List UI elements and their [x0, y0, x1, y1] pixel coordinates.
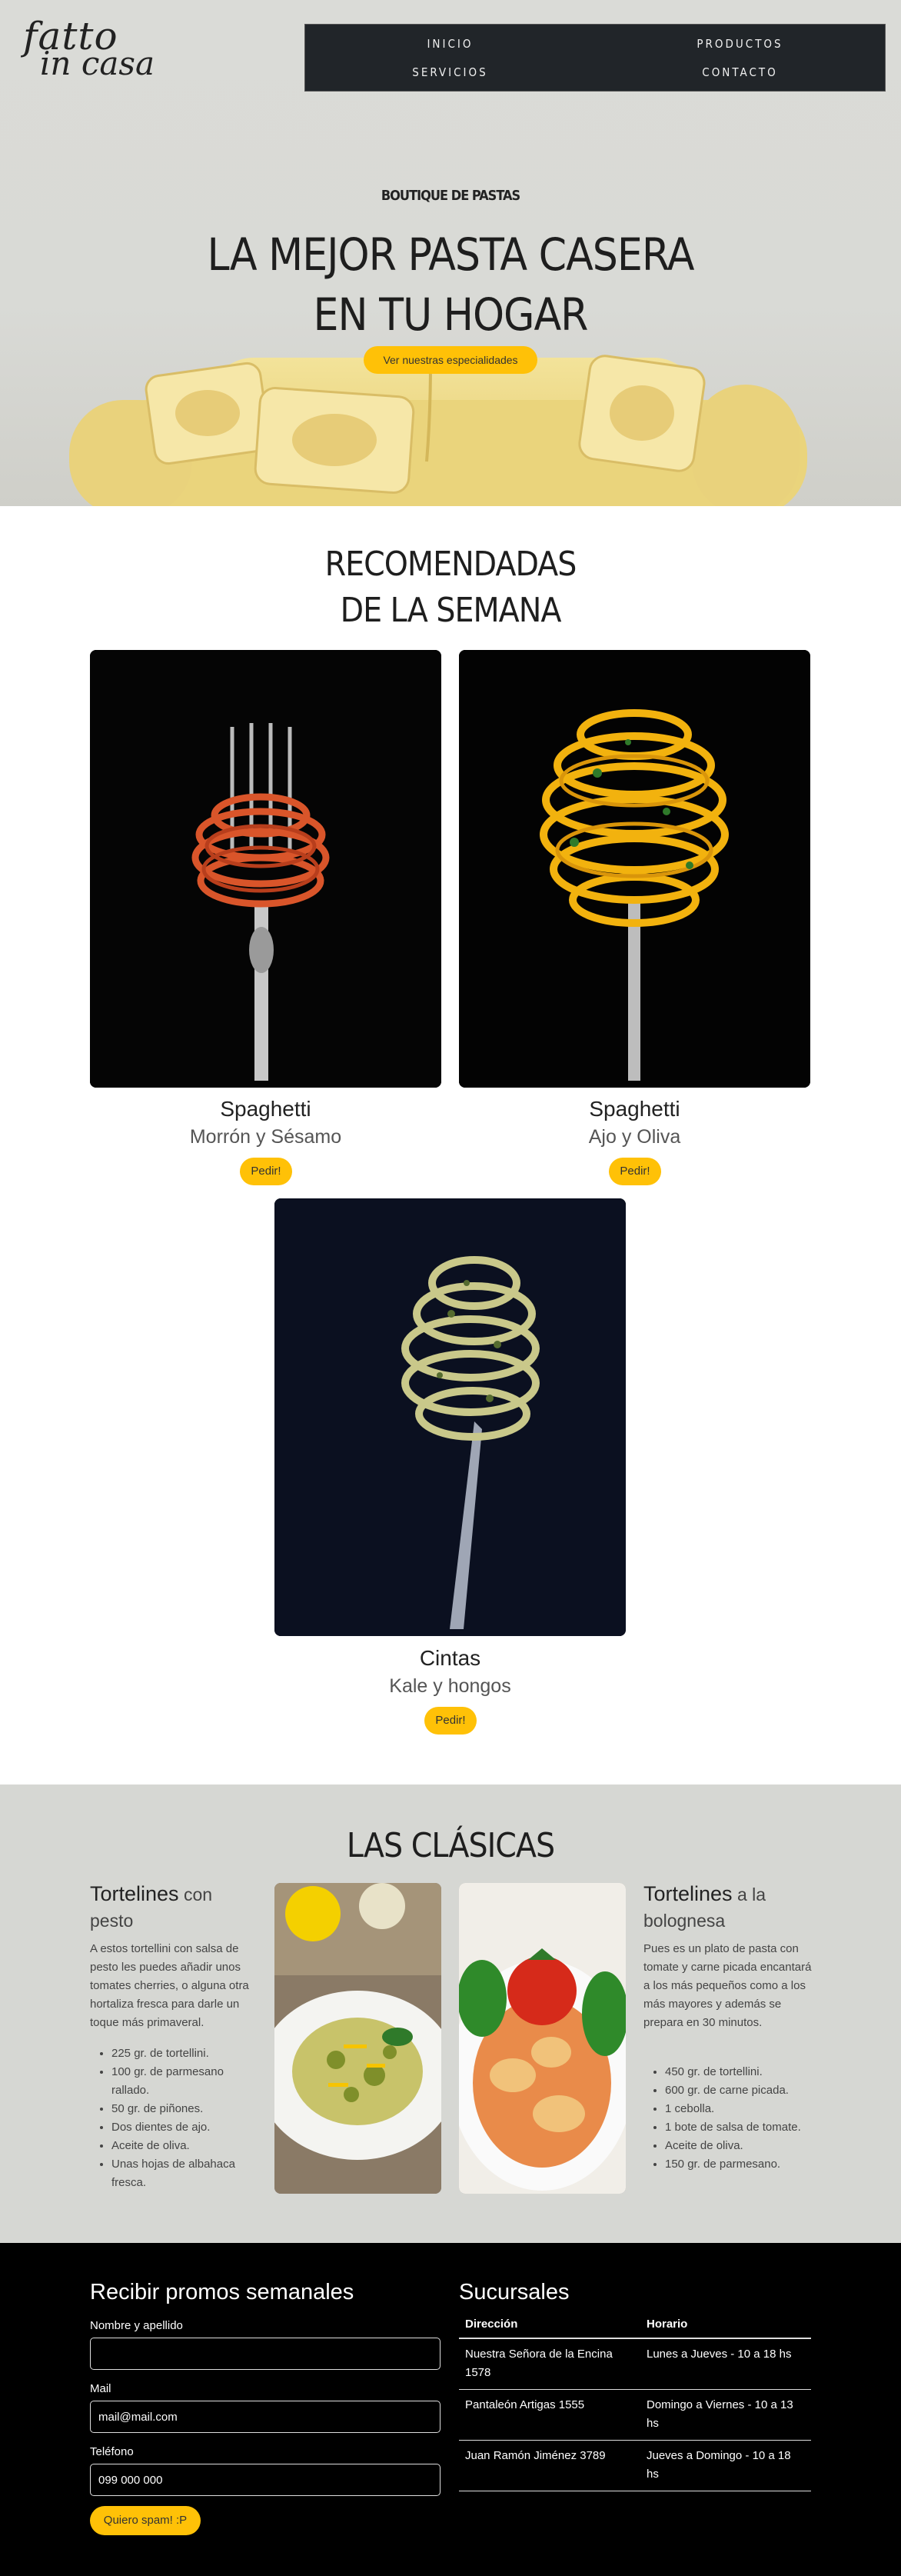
recommended-title-line-2: DE LA SEMANA — [340, 591, 562, 630]
nav-link-servicios[interactable]: SERVICIOS — [305, 65, 595, 79]
mail-label: Mail — [90, 2382, 111, 2395]
ingredient-list: 225 gr. de tortellini. 100 gr. de parmes… — [90, 2044, 259, 2192]
logo-line-2: in casa — [40, 45, 155, 82]
ingredient: 100 gr. de parmesano rallado. — [111, 2063, 259, 2100]
ingredient: 1 cebolla. — [665, 2100, 813, 2118]
classics-title: LAS CLÁSICAS — [346, 1826, 555, 1865]
branch-hours: Jueves a Domingo - 10 a 18 hs — [640, 2440, 811, 2491]
tortelines-bolognesa-image — [459, 1883, 626, 2194]
hero-subtitle: BOUTIQUE DE PASTAS — [381, 188, 520, 204]
order-button[interactable]: Pedir! — [424, 1707, 477, 1735]
recommended-title-line-1: RECOMENDADAS — [324, 545, 577, 584]
table-header-row: Dirección Horario — [459, 2311, 811, 2339]
card-subtitle: Kale y hongos — [389, 1675, 511, 1697]
order-button[interactable]: Pedir! — [240, 1158, 292, 1185]
subscribe-button[interactable]: Quiero spam! :P — [90, 2506, 201, 2535]
hero-title: LA MEJOR PASTA CASERA EN TU HOGAR — [0, 225, 901, 345]
classic-name: Tortelines — [90, 1882, 179, 1905]
cintas-kale-image[interactable] — [274, 1198, 626, 1636]
column-header-horario: Horario — [640, 2311, 811, 2339]
specialties-button[interactable]: Ver nuestras especialidades — [364, 346, 537, 374]
column-header-direccion: Dirección — [459, 2311, 640, 2339]
branches-title: Sucursales — [459, 2280, 570, 2304]
card-title: Spaghetti — [589, 1097, 680, 1121]
table-row: Juan Ramón Jiménez 3789 Jueves a Domingo… — [459, 2440, 811, 2491]
fork-pasta-pesto-illustration — [274, 1198, 626, 1636]
card-title: Spaghetti — [220, 1097, 311, 1121]
ingredient: 225 gr. de tortellini. — [111, 2044, 259, 2063]
ingredient: Unas hojas de albahaca fresca. — [111, 2155, 259, 2192]
pesto-plate-illustration — [274, 1883, 441, 2194]
name-field[interactable] — [90, 2338, 441, 2370]
ingredient-list: 450 gr. de tortellini. 600 gr. de carne … — [643, 2063, 813, 2174]
classic-description: Pues es un plato de pasta con tomate y c… — [643, 1942, 812, 2029]
branches-table: Dirección Horario Nuestra Señora de la E… — [459, 2311, 811, 2491]
branch-hours: Domingo a Viernes - 10 a 13 hs — [640, 2389, 811, 2441]
classic-title: Tortelines a la bolognesa — [643, 1881, 813, 1934]
hero-title-line-1: LA MEJOR PASTA CASERA — [207, 228, 695, 281]
ingredient: 1 bote de salsa de tomate. — [665, 2118, 813, 2137]
branch-address: Pantaleón Artigas 1555 — [459, 2389, 640, 2441]
ingredient: Dos dientes de ajo. — [111, 2118, 259, 2137]
spaghetti-morron-image[interactable] — [90, 650, 441, 1088]
classics-section: LAS CLÁSICAS Tortelines con pesto A esto… — [0, 1785, 901, 2243]
hero-title-line-2: EN TU HOGAR — [313, 288, 589, 341]
promo-title: Recibir promos semanales — [90, 2280, 354, 2304]
main-nav: INICIO PRODUCTOS SERVICIOS CONTACTO — [304, 24, 886, 92]
nav-link-inicio[interactable]: INICIO — [305, 37, 595, 51]
card-subtitle: Ajo y Oliva — [588, 1126, 681, 1148]
ingredient: Aceite de oliva. — [111, 2137, 259, 2155]
ingredient: 50 gr. de piñones. — [111, 2100, 259, 2118]
ingredient: Aceite de oliva. — [665, 2137, 813, 2155]
tortelines-pesto-image — [274, 1883, 441, 2194]
ingredient: 150 gr. de parmesano. — [665, 2155, 813, 2174]
logo[interactable]: fatto in casa — [23, 17, 155, 82]
name-label: Nombre y apellido — [90, 2319, 183, 2332]
ingredient: 450 gr. de tortellini. — [665, 2063, 813, 2081]
order-button[interactable]: Pedir! — [609, 1158, 661, 1185]
fork-pasta-yellow-illustration — [459, 650, 810, 1088]
card-subtitle: Morrón y Sésamo — [189, 1126, 342, 1148]
phone-label: Teléfono — [90, 2445, 134, 2458]
spaghetti-ajo-image[interactable] — [459, 650, 810, 1088]
classic-title: Tortelines con pesto — [90, 1881, 251, 1934]
classic-name: Tortelines — [643, 1882, 733, 1905]
branch-hours: Lunes a Jueves - 10 a 18 hs — [640, 2338, 811, 2390]
recommended-title: RECOMENDADAS DE LA SEMANA — [0, 542, 901, 634]
classic-description: A estos tortellini con salsa de pesto le… — [90, 1942, 249, 2029]
ingredient: 600 gr. de carne picada. — [665, 2081, 813, 2100]
table-row: Pantaleón Artigas 1555 Domingo a Viernes… — [459, 2389, 811, 2441]
table-row: Nuestra Señora de la Encina 1578 Lunes a… — [459, 2338, 811, 2390]
nav-link-contacto[interactable]: CONTACTO — [595, 65, 885, 79]
bolognesa-plate-illustration — [459, 1883, 626, 2194]
branch-address: Nuestra Señora de la Encina 1578 — [459, 2338, 640, 2390]
card-title: Cintas — [419, 1646, 481, 1670]
footer: Recibir promos semanales Nombre y apelli… — [0, 2243, 901, 2576]
hero-section: fatto in casa INICIO PRODUCTOS SERVICIOS… — [0, 0, 901, 506]
branch-address: Juan Ramón Jiménez 3789 — [459, 2440, 640, 2491]
phone-field[interactable] — [90, 2464, 441, 2496]
nav-link-productos[interactable]: PRODUCTOS — [595, 37, 885, 51]
fork-pasta-red-illustration — [90, 650, 441, 1088]
mail-field[interactable] — [90, 2401, 441, 2433]
